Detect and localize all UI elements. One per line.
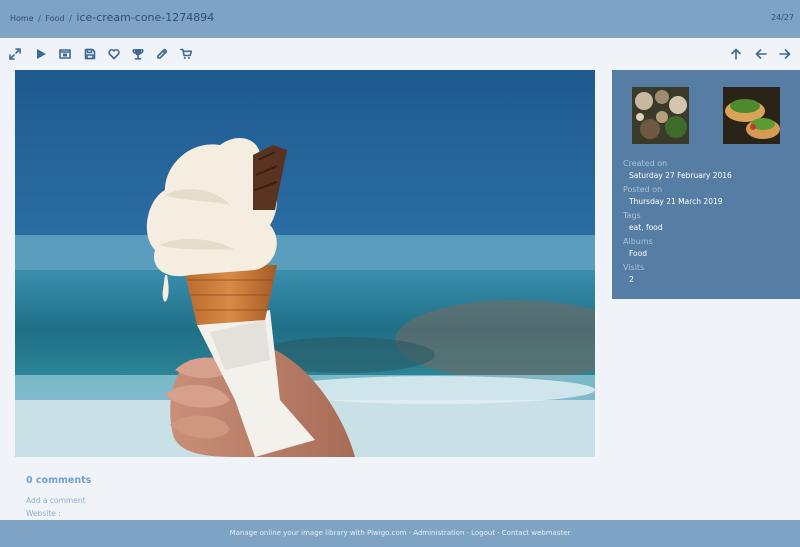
- breadcrumb-separator: /: [38, 14, 41, 23]
- albums-label: Albums: [623, 237, 653, 246]
- next-thumbnail[interactable]: [723, 87, 780, 144]
- expand-icon[interactable]: [8, 47, 22, 61]
- comments-title[interactable]: 0 comments: [26, 475, 91, 486]
- image-counter: 24/27: [770, 13, 794, 22]
- tags-label: Tags: [623, 211, 641, 220]
- tag-link-eat[interactable]: eat: [629, 223, 641, 232]
- footer-text: Manage online your image library with Pi…: [230, 529, 571, 537]
- visits-value: 2: [629, 275, 634, 284]
- footer-separator: ·: [497, 529, 500, 537]
- breadcrumb-home-link[interactable]: Home: [10, 14, 34, 23]
- add-comment-link[interactable]: Add a comment: [26, 496, 86, 505]
- main-photo[interactable]: [15, 70, 595, 457]
- album-link[interactable]: Food: [629, 249, 647, 258]
- visits-label: Visits: [623, 263, 645, 272]
- arrow-up-icon[interactable]: [729, 47, 743, 61]
- header-bar: Home / Food / ice-cream-cone-1274894 24/…: [0, 0, 800, 38]
- footer: Manage online your image library with Pi…: [0, 520, 800, 547]
- trophy-icon[interactable]: [131, 47, 145, 61]
- administration-link[interactable]: Administration: [413, 529, 464, 537]
- piwigo-link[interactable]: Piwigo.com: [367, 529, 406, 537]
- breadcrumb-separator: /: [69, 14, 72, 23]
- footer-separator: ·: [408, 529, 411, 537]
- heart-icon[interactable]: [107, 47, 121, 61]
- toolbar: [0, 38, 800, 70]
- play-icon[interactable]: [34, 47, 48, 61]
- breadcrumb: Home / Food / ice-cream-cone-1274894: [10, 11, 214, 24]
- save-icon[interactable]: [83, 47, 97, 61]
- breadcrumb-album-link[interactable]: Food: [45, 14, 64, 23]
- page-title: ice-cream-cone-1274894: [76, 11, 215, 24]
- tags-value: eat, food: [629, 223, 663, 232]
- contact-webmaster-link[interactable]: Contact webmaster: [502, 529, 571, 537]
- pencil-icon[interactable]: [155, 47, 169, 61]
- previous-thumbnail[interactable]: [632, 87, 689, 144]
- arrow-left-icon[interactable]: [754, 47, 768, 61]
- info-panel: Created on Saturday 27 February 2016 Pos…: [612, 70, 800, 299]
- albums-value: Food: [629, 249, 647, 258]
- created-value: Saturday 27 February 2016: [629, 171, 732, 180]
- cart-icon[interactable]: [179, 47, 193, 61]
- slideshow-icon[interactable]: [58, 47, 72, 61]
- website-label: Website :: [26, 509, 61, 518]
- arrow-right-icon[interactable]: [778, 47, 792, 61]
- logout-link[interactable]: Logout: [471, 529, 495, 537]
- posted-label: Posted on: [623, 185, 663, 194]
- footer-prefix: Manage online your image library with: [229, 529, 365, 537]
- tag-separator: ,: [641, 223, 644, 232]
- posted-value: Thursday 21 March 2019: [629, 197, 723, 206]
- created-label: Created on: [623, 159, 668, 168]
- tag-link-food[interactable]: food: [646, 223, 663, 232]
- footer-separator: ·: [466, 529, 469, 537]
